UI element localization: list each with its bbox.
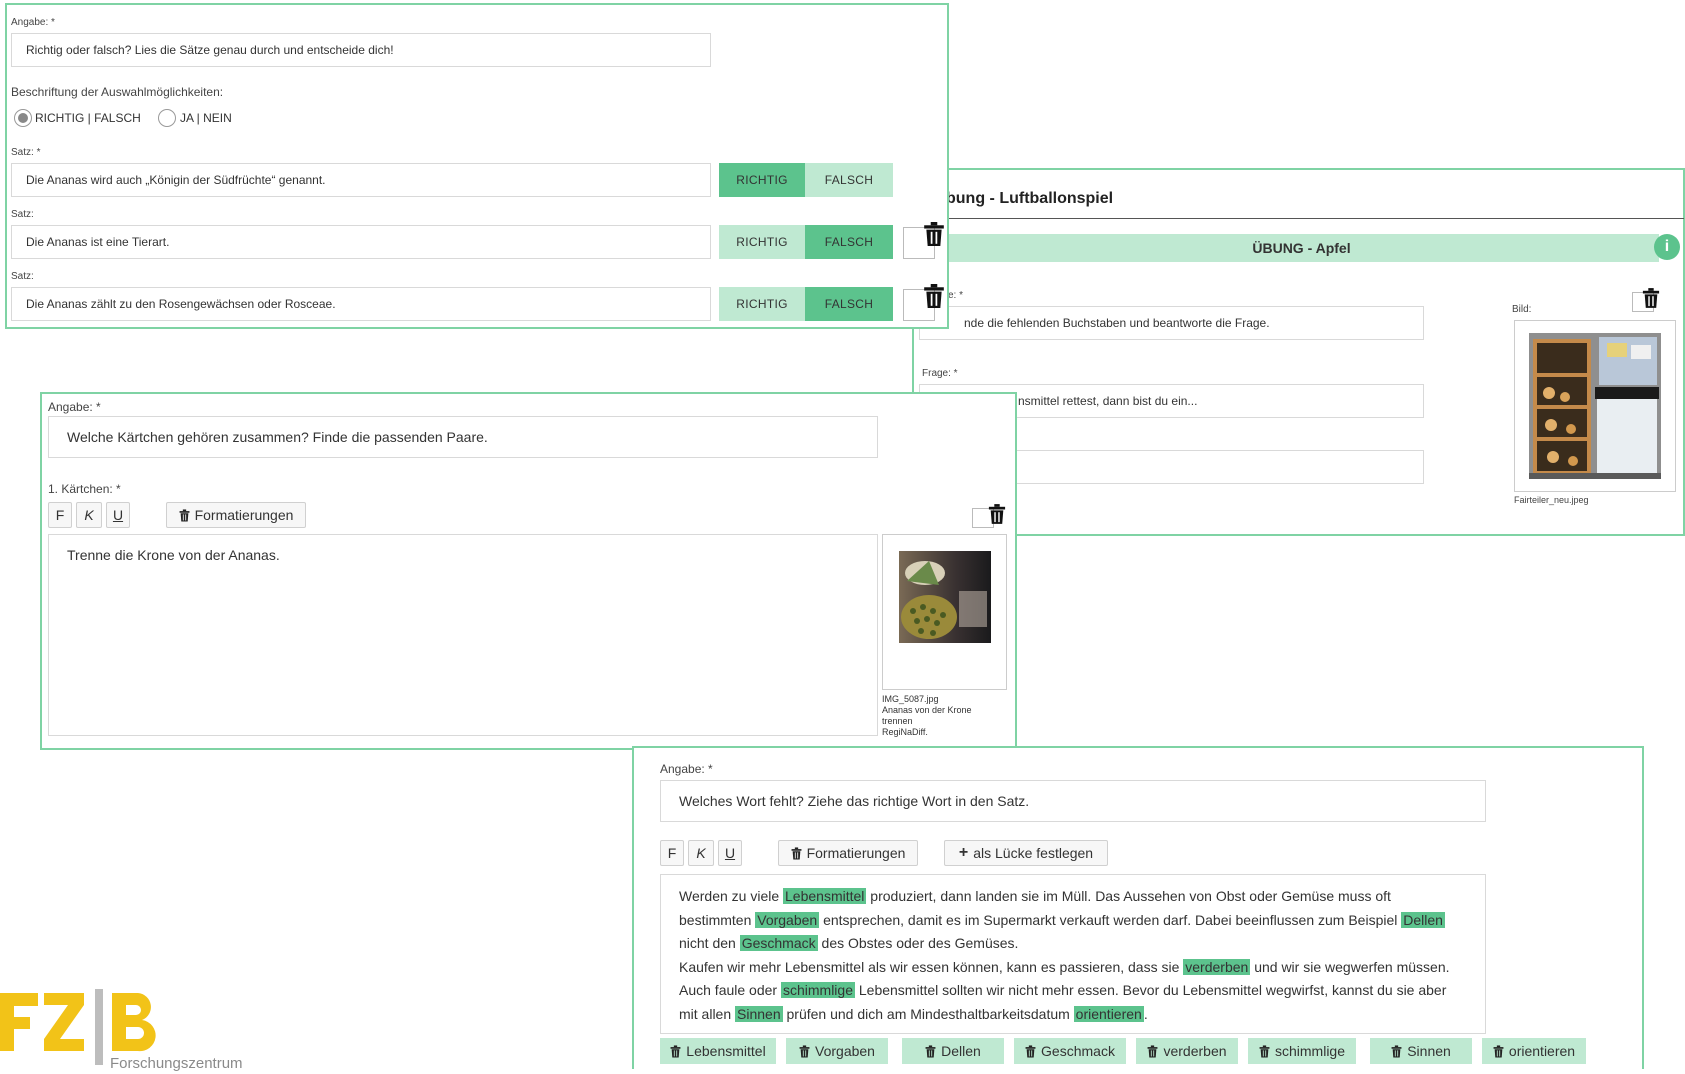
gap-word[interactable]: Vorgaben	[755, 911, 820, 928]
radio-ja-nein-label: JA | NEIN	[180, 111, 232, 125]
title-underline	[944, 218, 1684, 219]
gap-chip-schimmlige[interactable]: schimmlige	[1248, 1038, 1356, 1064]
trash-icon	[1493, 1044, 1504, 1058]
card-image-caption: IMG_5087.jpg Ananas von der Krone trenne…	[882, 694, 972, 737]
plus-icon: +	[958, 844, 969, 861]
trash-icon	[1391, 1044, 1402, 1058]
angabe-label: e: *	[948, 290, 964, 301]
card-label: 1. Kärtchen: *	[48, 482, 121, 496]
exercise-title: bung - Luftballonspiel	[946, 190, 1114, 207]
balloon-exercise-panel: bung - Luftballonspiel ÜBUNG - Apfel i e…	[912, 168, 1685, 536]
satz-label: Satz:	[11, 209, 34, 220]
gap-word[interactable]: verderben	[1183, 958, 1251, 975]
frage-label: Frage: *	[922, 368, 958, 379]
falsch-button[interactable]: FALSCH	[805, 287, 893, 321]
image-caption: Fairteiler_neu.jpeg	[1514, 495, 1589, 505]
satz-label: Satz: *	[11, 147, 41, 158]
bild-label: Bild:	[1512, 304, 1532, 315]
formatierungen-button[interactable]: Formatierungen	[778, 840, 918, 866]
gap-word[interactable]: Lebensmittel	[783, 888, 867, 904]
falsch-button[interactable]: FALSCH	[805, 163, 893, 197]
banner-text: ÜBUNG - Apfel	[1252, 240, 1351, 256]
gap-chip-dellen[interactable]: Dellen	[902, 1038, 1004, 1064]
set-gap-button[interactable]: + als Lücke festlegen	[944, 840, 1108, 866]
gap-word[interactable]: Geschmack	[739, 935, 818, 951]
radio-richtig-falsch[interactable]	[14, 109, 32, 127]
pineapple-photo	[899, 551, 991, 643]
trash-icon[interactable]	[988, 504, 1006, 524]
logo-subtitle: Forschungszentrum	[110, 1055, 243, 1072]
exercise-banner: ÜBUNG - Apfel	[944, 234, 1659, 262]
satz-label: Satz:	[11, 271, 34, 282]
gap-word[interactable]: Dellen	[1401, 911, 1445, 928]
trash-icon	[799, 1044, 810, 1058]
shelf-fridge-photo	[1529, 333, 1661, 479]
angabe-input[interactable]: nde die fehlenden Buchstaben und beantwo…	[919, 306, 1424, 340]
trash-icon	[1025, 1044, 1036, 1058]
gap-word[interactable]: Sinnen	[735, 1005, 783, 1022]
gap-chip-orientieren[interactable]: orientieren	[1482, 1038, 1586, 1064]
trash-icon[interactable]	[923, 222, 945, 246]
angabe-label: Angabe: *	[48, 400, 101, 414]
bold-button[interactable]: F	[48, 502, 72, 528]
gap-chip-verderben[interactable]: verderben	[1136, 1038, 1238, 1064]
fzb-logo: Forschungszentrum	[0, 985, 280, 1072]
gap-chip-lebensmittel[interactable]: Lebensmittel	[660, 1038, 776, 1064]
bold-button[interactable]: F	[660, 840, 684, 866]
satz-input[interactable]: Die Ananas zählt zu den Rosengewächsen o…	[11, 287, 711, 321]
satz-input[interactable]: Die Ananas wird auch „Königin der Südfrü…	[11, 163, 711, 197]
true-false-panel: Angabe: * Richtig oder falsch? Lies die …	[5, 3, 949, 329]
angabe-input[interactable]: Welches Wort fehlt? Ziehe das richtige W…	[660, 780, 1486, 822]
radio-richtig-falsch-label: RICHTIG | FALSCH	[35, 111, 141, 125]
pairs-panel: Angabe: * Welche Kärtchen gehören zusamm…	[40, 392, 1017, 750]
angabe-input[interactable]: Welche Kärtchen gehören zusammen? Finde …	[48, 416, 878, 458]
trash-icon	[179, 508, 190, 522]
satz-input[interactable]: Die Ananas ist eine Tierart.	[11, 225, 711, 259]
richtig-button[interactable]: RICHTIG	[719, 287, 805, 321]
radio-ja-nein[interactable]	[158, 109, 176, 127]
italic-button[interactable]: K	[76, 502, 102, 528]
gap-chip-vorgaben[interactable]: Vorgaben	[786, 1038, 888, 1064]
image-frame	[1514, 320, 1676, 492]
card-text-editor[interactable]: Trenne die Krone von der Ananas.	[48, 534, 878, 736]
formatierungen-button[interactable]: Formatierungen	[166, 502, 306, 528]
falsch-button[interactable]: FALSCH	[805, 225, 893, 259]
trash-icon	[791, 846, 802, 860]
angabe-input[interactable]: Richtig oder falsch? Lies die Sätze gena…	[11, 33, 711, 67]
underline-button[interactable]: U	[718, 840, 742, 866]
angabe-label: Angabe: *	[660, 762, 713, 776]
trash-icon	[1259, 1044, 1270, 1058]
options-label: Beschriftung der Auswahlmöglichkeiten:	[11, 85, 224, 99]
info-icon[interactable]: i	[1654, 234, 1680, 260]
richtig-button[interactable]: RICHTIG	[719, 163, 805, 197]
gap-text-panel: Angabe: * Welches Wort fehlt? Ziehe das …	[632, 746, 1644, 1069]
gap-word[interactable]: schimmlige	[780, 982, 855, 998]
angabe-label: Angabe: *	[11, 17, 55, 28]
trash-icon	[925, 1044, 936, 1058]
italic-button[interactable]: K	[688, 840, 714, 866]
card-image-frame	[882, 534, 1007, 690]
richtig-button[interactable]: RICHTIG	[719, 225, 805, 259]
trash-icon[interactable]	[923, 284, 945, 308]
gap-chip-geschmack[interactable]: Geschmack	[1014, 1038, 1126, 1064]
gap-word[interactable]: orientieren	[1073, 1005, 1144, 1022]
trash-icon[interactable]	[1642, 288, 1660, 308]
gap-chip-sinnen[interactable]: Sinnen	[1370, 1038, 1472, 1064]
gap-text-editor[interactable]: Werden zu viele Lebensmittel produziert,…	[660, 874, 1486, 1034]
trash-icon	[670, 1044, 681, 1058]
trash-icon	[1148, 1044, 1158, 1058]
underline-button[interactable]: U	[106, 502, 130, 528]
